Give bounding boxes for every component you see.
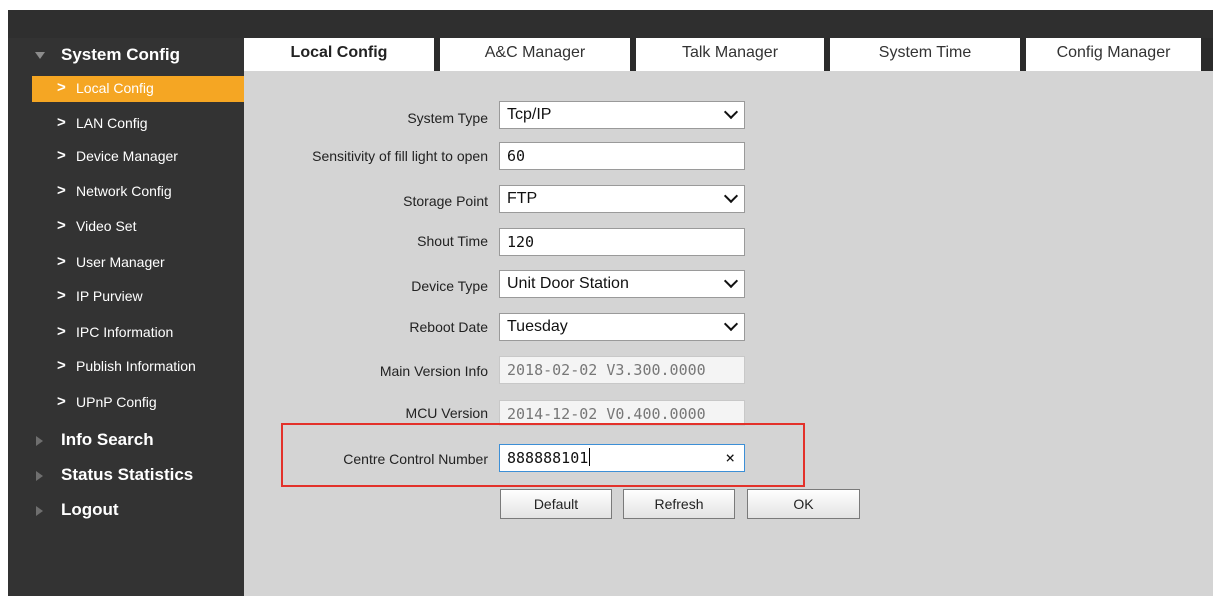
chevron-down-icon — [723, 104, 739, 120]
shout-time-input[interactable]: 120 — [499, 228, 745, 256]
tab-local-config[interactable]: Local Config — [244, 38, 434, 71]
sidebar-item-label: Network Config — [76, 183, 172, 199]
input-value: 60 — [507, 147, 526, 165]
chevron-right-icon: > — [57, 114, 66, 131]
sidebar-section-label: Logout — [61, 500, 119, 519]
select-value: FTP — [507, 190, 538, 207]
device-type-select[interactable]: Unit Door Station — [499, 270, 745, 298]
chevron-right-icon: > — [57, 323, 66, 340]
sidebar-section-info-search[interactable]: Info Search — [8, 425, 244, 455]
select-value: Tuesday — [507, 318, 568, 335]
sidebar-item-label: LAN Config — [76, 115, 148, 131]
field-label: Sensitivity of fill light to open — [312, 148, 488, 164]
sidebar-item-video-set[interactable]: > Video Set — [32, 212, 244, 242]
sidebar-section-system-config[interactable]: System Config — [8, 40, 244, 70]
readonly-value: 2014-12-02 V0.400.0000 — [507, 405, 706, 423]
select-value: Tcp/IP — [507, 106, 552, 123]
field-label: Shout Time — [417, 233, 488, 249]
storage-point-select[interactable]: FTP — [499, 185, 745, 213]
ok-button[interactable]: OK — [747, 489, 860, 519]
sidebar-item-label: Local Config — [76, 80, 154, 96]
tab-label: Local Config — [290, 44, 388, 61]
fill-light-input[interactable]: 60 — [499, 142, 745, 170]
sidebar-item-label: User Manager — [76, 254, 165, 270]
field-label: Main Version Info — [379, 363, 488, 379]
field-label: MCU Version — [405, 405, 488, 421]
tab-label: Talk Manager — [681, 44, 779, 61]
triangle-down-icon — [35, 52, 45, 59]
tab-divider — [1201, 38, 1213, 71]
input-value: 120 — [507, 233, 535, 251]
sidebar-item-device-manager[interactable]: > Device Manager — [32, 142, 244, 172]
system-type-select[interactable]: Tcp/IP — [499, 101, 745, 129]
sidebar-item-user-manager[interactable]: > User Manager — [32, 248, 244, 278]
chevron-down-icon — [723, 273, 739, 289]
triangle-right-icon — [36, 436, 43, 446]
chevron-down-icon — [723, 316, 739, 332]
tab-config-manager[interactable]: Config Manager — [1026, 38, 1201, 71]
tab-system-time[interactable]: System Time — [830, 38, 1020, 71]
sidebar-item-label: IPC Information — [76, 324, 174, 340]
sidebar-item-publish-information[interactable]: > Publish Information — [32, 352, 244, 382]
reboot-date-select[interactable]: Tuesday — [499, 313, 745, 341]
tab-label: A&C Manager — [484, 44, 586, 61]
chevron-right-icon: > — [57, 357, 66, 374]
sidebar-section-logout[interactable]: Logout — [8, 495, 244, 525]
select-value: Unit Door Station — [507, 275, 629, 292]
highlight-box — [281, 423, 805, 487]
chevron-right-icon: > — [57, 182, 66, 199]
sidebar-item-upnp-config[interactable]: > UPnP Config — [32, 388, 244, 418]
sidebar-section-label: System Config — [61, 45, 181, 64]
sidebar: System Config > Local Config > LAN Confi… — [8, 38, 244, 596]
chevron-right-icon: > — [57, 147, 66, 164]
sidebar-item-label: Video Set — [76, 218, 137, 234]
sidebar-item-local-config[interactable]: > Local Config — [32, 76, 244, 102]
triangle-right-icon — [36, 471, 43, 481]
sidebar-item-ipc-information[interactable]: > IPC Information — [32, 318, 244, 348]
tab-ac-manager[interactable]: A&C Manager — [440, 38, 630, 71]
sidebar-item-label: UPnP Config — [76, 394, 157, 410]
chevron-right-icon: > — [57, 79, 66, 96]
sidebar-section-status-statistics[interactable]: Status Statistics — [8, 460, 244, 490]
default-button[interactable]: Default — [500, 489, 612, 519]
sidebar-item-lan-config[interactable]: > LAN Config — [32, 109, 244, 139]
chevron-right-icon: > — [57, 287, 66, 304]
button-label: Default — [533, 496, 579, 512]
field-label: Device Type — [411, 278, 488, 294]
field-label: Storage Point — [403, 193, 488, 209]
field-label: Reboot Date — [409, 319, 488, 335]
chevron-down-icon — [723, 188, 739, 204]
top-margin — [0, 0, 1213, 10]
tab-label: Config Manager — [1056, 44, 1171, 61]
button-label: Refresh — [654, 496, 704, 512]
sidebar-section-label: Info Search — [61, 430, 154, 449]
main-version-field: 2018-02-02 V3.300.0000 — [499, 356, 745, 384]
button-label: OK — [793, 496, 814, 512]
sidebar-item-label: Device Manager — [76, 148, 178, 164]
field-label: System Type — [407, 110, 488, 126]
sidebar-item-label: Publish Information — [76, 358, 196, 374]
sidebar-section-label: Status Statistics — [61, 465, 194, 484]
chevron-right-icon: > — [57, 217, 66, 234]
refresh-button[interactable]: Refresh — [623, 489, 735, 519]
chevron-right-icon: > — [57, 393, 66, 410]
sidebar-item-network-config[interactable]: > Network Config — [32, 177, 244, 207]
triangle-right-icon — [36, 506, 43, 516]
tab-talk-manager[interactable]: Talk Manager — [636, 38, 824, 71]
readonly-value: 2018-02-02 V3.300.0000 — [507, 361, 706, 379]
chevron-right-icon: > — [57, 253, 66, 270]
sidebar-item-label: IP Purview — [76, 288, 143, 304]
tab-label: System Time — [878, 44, 972, 61]
sidebar-item-ip-purview[interactable]: > IP Purview — [32, 282, 244, 312]
header-strip — [8, 10, 1213, 38]
